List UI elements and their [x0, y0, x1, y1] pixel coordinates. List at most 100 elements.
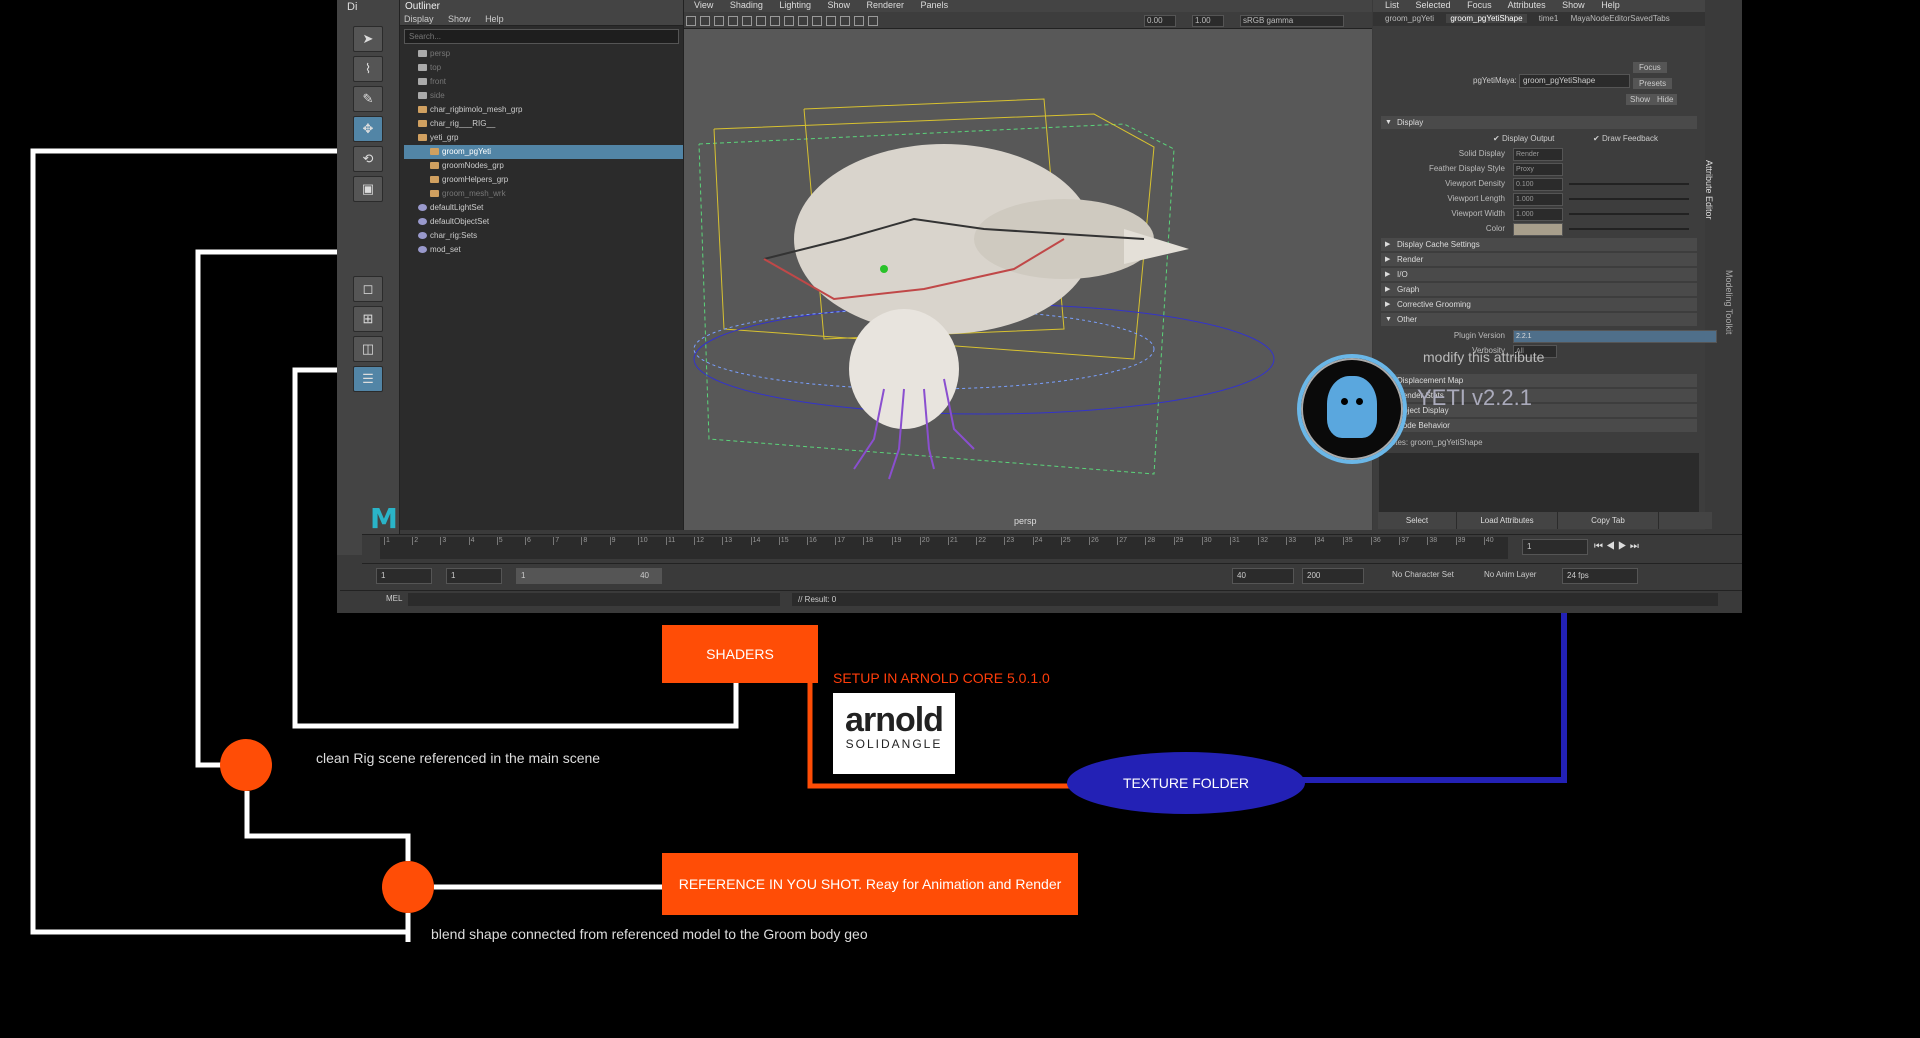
display-attr-field[interactable]: Proxy — [1513, 163, 1563, 176]
current-frame-field[interactable]: 1 — [1522, 539, 1588, 555]
outliner-menu-help[interactable]: Help — [485, 14, 504, 24]
display-attr-slider[interactable] — [1569, 198, 1689, 200]
outliner-menu-display[interactable]: Display — [404, 14, 434, 24]
four-view-layout-icon[interactable]: ⊞ — [353, 306, 383, 332]
outliner-item[interactable]: char_rigbimolo_mesh_grp — [404, 103, 683, 117]
viewport-menu-lighting[interactable]: Lighting — [779, 0, 811, 10]
move-tool-icon[interactable]: ✥ — [353, 116, 383, 142]
tab-maya-node-editor[interactable]: MayaNodeEditorSavedTabs — [1571, 14, 1670, 23]
attribute-editor-side-tab[interactable]: Attribute Editor — [1704, 160, 1714, 220]
shadows-icon[interactable] — [812, 16, 822, 26]
tab-groom-pgyetishape[interactable]: groom_pgYetiShape — [1446, 14, 1527, 23]
outliner-item[interactable]: char_rig:Sets — [404, 229, 683, 243]
start-time-field[interactable]: 1 — [376, 568, 432, 584]
fps-select[interactable]: 24 fps — [1562, 568, 1638, 584]
section-display-cache[interactable]: Display Cache Settings — [1381, 238, 1697, 251]
camera-icon[interactable] — [686, 16, 696, 26]
tab-time1[interactable]: time1 — [1539, 14, 1559, 23]
outliner-item[interactable]: yeti_grp — [404, 131, 683, 145]
outliner-item[interactable]: side — [404, 89, 683, 103]
paint-tool-icon[interactable]: ✎ — [353, 86, 383, 112]
rotate-tool-icon[interactable]: ⟲ — [353, 146, 383, 172]
attr-menu-list[interactable]: List — [1385, 0, 1399, 10]
isolate-icon[interactable] — [854, 16, 864, 26]
outliner-item[interactable]: mod_set — [404, 243, 683, 257]
gamma-field[interactable]: 1.00 — [1192, 15, 1224, 27]
outliner-item[interactable]: groomNodes_grp — [404, 159, 683, 173]
display-attr-field[interactable]: 0.100 — [1513, 178, 1563, 191]
outliner-item[interactable]: defaultLightSet — [404, 201, 683, 215]
time-slider[interactable]: 1 2 3 4 5 6 7 8 9 10 11 12 13 14 15 16 17 18 19 20 21 22 23 24 2… — [362, 534, 1742, 563]
outliner-layout-icon[interactable]: ☰ — [353, 366, 383, 392]
show-button[interactable]: Show — [1626, 94, 1655, 105]
viewport-menu-panels[interactable]: Panels — [921, 0, 949, 10]
display-output-checkbox[interactable]: ✔ Display Output — [1493, 131, 1554, 146]
display-attr-field[interactable]: 1.000 — [1513, 193, 1563, 206]
command-input[interactable] — [408, 593, 780, 606]
node-name-field[interactable]: groom_pgYetiShape — [1519, 74, 1630, 88]
outliner-item[interactable]: groom_mesh_wrk — [404, 187, 683, 201]
outliner-item[interactable]: front — [404, 75, 683, 89]
section-io[interactable]: I/O — [1381, 268, 1697, 281]
end-time-field[interactable]: 200 — [1302, 568, 1364, 584]
section-render[interactable]: Render — [1381, 253, 1697, 266]
lasso-tool-icon[interactable]: ⌇ — [353, 56, 383, 82]
modeling-toolkit-side-tab[interactable]: Modeling Toolkit — [1724, 270, 1734, 334]
draw-feedback-checkbox[interactable]: ✔ Draw Feedback — [1593, 131, 1658, 146]
ao-icon[interactable] — [826, 16, 836, 26]
display-attr-field[interactable] — [1513, 223, 1563, 236]
attr-menu-show[interactable]: Show — [1562, 0, 1585, 10]
display-attr-slider[interactable] — [1569, 183, 1689, 185]
outliner-item[interactable]: groomHelpers_grp — [404, 173, 683, 187]
exposure-field[interactable]: 0.00 — [1144, 15, 1176, 27]
viewport-menu-shading[interactable]: Shading — [730, 0, 763, 10]
colorspace-select[interactable]: sRGB gamma — [1240, 15, 1344, 27]
film-gate-icon[interactable] — [728, 16, 738, 26]
outliner-search-input[interactable]: Search... — [404, 29, 679, 44]
single-perspective-layout-icon[interactable]: ◻ — [353, 276, 383, 302]
xray-icon[interactable] — [840, 16, 850, 26]
select-tool-icon[interactable]: ➤ — [353, 26, 383, 52]
viewport-menu-show[interactable]: Show — [827, 0, 850, 10]
load-attributes-button[interactable]: Load Attributes — [1457, 512, 1558, 529]
outliner-item[interactable]: top — [404, 61, 683, 75]
two-view-layout-icon[interactable]: ◫ — [353, 336, 383, 362]
plugin-version-field[interactable]: 2.2.1 — [1513, 330, 1717, 343]
wireframe-icon[interactable] — [756, 16, 766, 26]
viewport-panel[interactable]: View Shading Lighting Show Renderer Pane… — [684, 0, 1372, 530]
lights-icon[interactable] — [798, 16, 808, 26]
bookmark-icon[interactable] — [700, 16, 710, 26]
scale-tool-icon[interactable]: ▣ — [353, 176, 383, 202]
attr-menu-help[interactable]: Help — [1601, 0, 1620, 10]
smooth-shade-icon[interactable] — [770, 16, 780, 26]
attr-menu-focus[interactable]: Focus — [1467, 0, 1492, 10]
attr-menu-attributes[interactable]: Attributes — [1508, 0, 1546, 10]
tab-groom-pgyeti[interactable]: groom_pgYeti — [1385, 14, 1434, 23]
anim-layer-select[interactable]: No Anim Layer — [1484, 570, 1536, 579]
outliner-menu-show[interactable]: Show — [448, 14, 471, 24]
range-slider-bar[interactable]: 1 40 — [516, 568, 662, 584]
copy-tab-button[interactable]: Copy Tab — [1558, 512, 1659, 529]
section-other[interactable]: Other — [1381, 313, 1697, 326]
textured-icon[interactable] — [784, 16, 794, 26]
playback-start-field[interactable]: 1 — [446, 568, 502, 584]
viewport-menu-renderer[interactable]: Renderer — [867, 0, 905, 10]
outliner-item[interactable]: char_rig___RIG__ — [404, 117, 683, 131]
display-attr-slider[interactable] — [1569, 213, 1689, 215]
playback-end-field[interactable]: 40 — [1232, 568, 1294, 584]
section-graph[interactable]: Graph — [1381, 283, 1697, 296]
viewport-menu-view[interactable]: View — [694, 0, 713, 10]
toolbox-tab[interactable]: Di — [347, 1, 375, 17]
playback-controls[interactable]: ⏮◀▶⏭ — [1594, 541, 1642, 552]
display-attr-field[interactable]: Render — [1513, 148, 1563, 161]
section-corrective-grooming[interactable]: Corrective Grooming — [1381, 298, 1697, 311]
select-button[interactable]: Select — [1378, 512, 1457, 529]
display-attr-field[interactable]: 1.000 — [1513, 208, 1563, 221]
focus-button[interactable]: Focus — [1633, 62, 1667, 73]
display-attr-slider[interactable] — [1569, 228, 1689, 230]
time-ruler[interactable]: 1 2 3 4 5 6 7 8 9 10 11 12 13 14 15 16 17 18 19 20 21 22 23 24 2… — [380, 537, 1508, 559]
hide-button[interactable]: Hide — [1653, 94, 1678, 105]
presets-button[interactable]: Presets — [1633, 78, 1673, 89]
script-language-label[interactable]: MEL — [386, 594, 402, 603]
attr-menu-selected[interactable]: Selected — [1416, 0, 1451, 10]
